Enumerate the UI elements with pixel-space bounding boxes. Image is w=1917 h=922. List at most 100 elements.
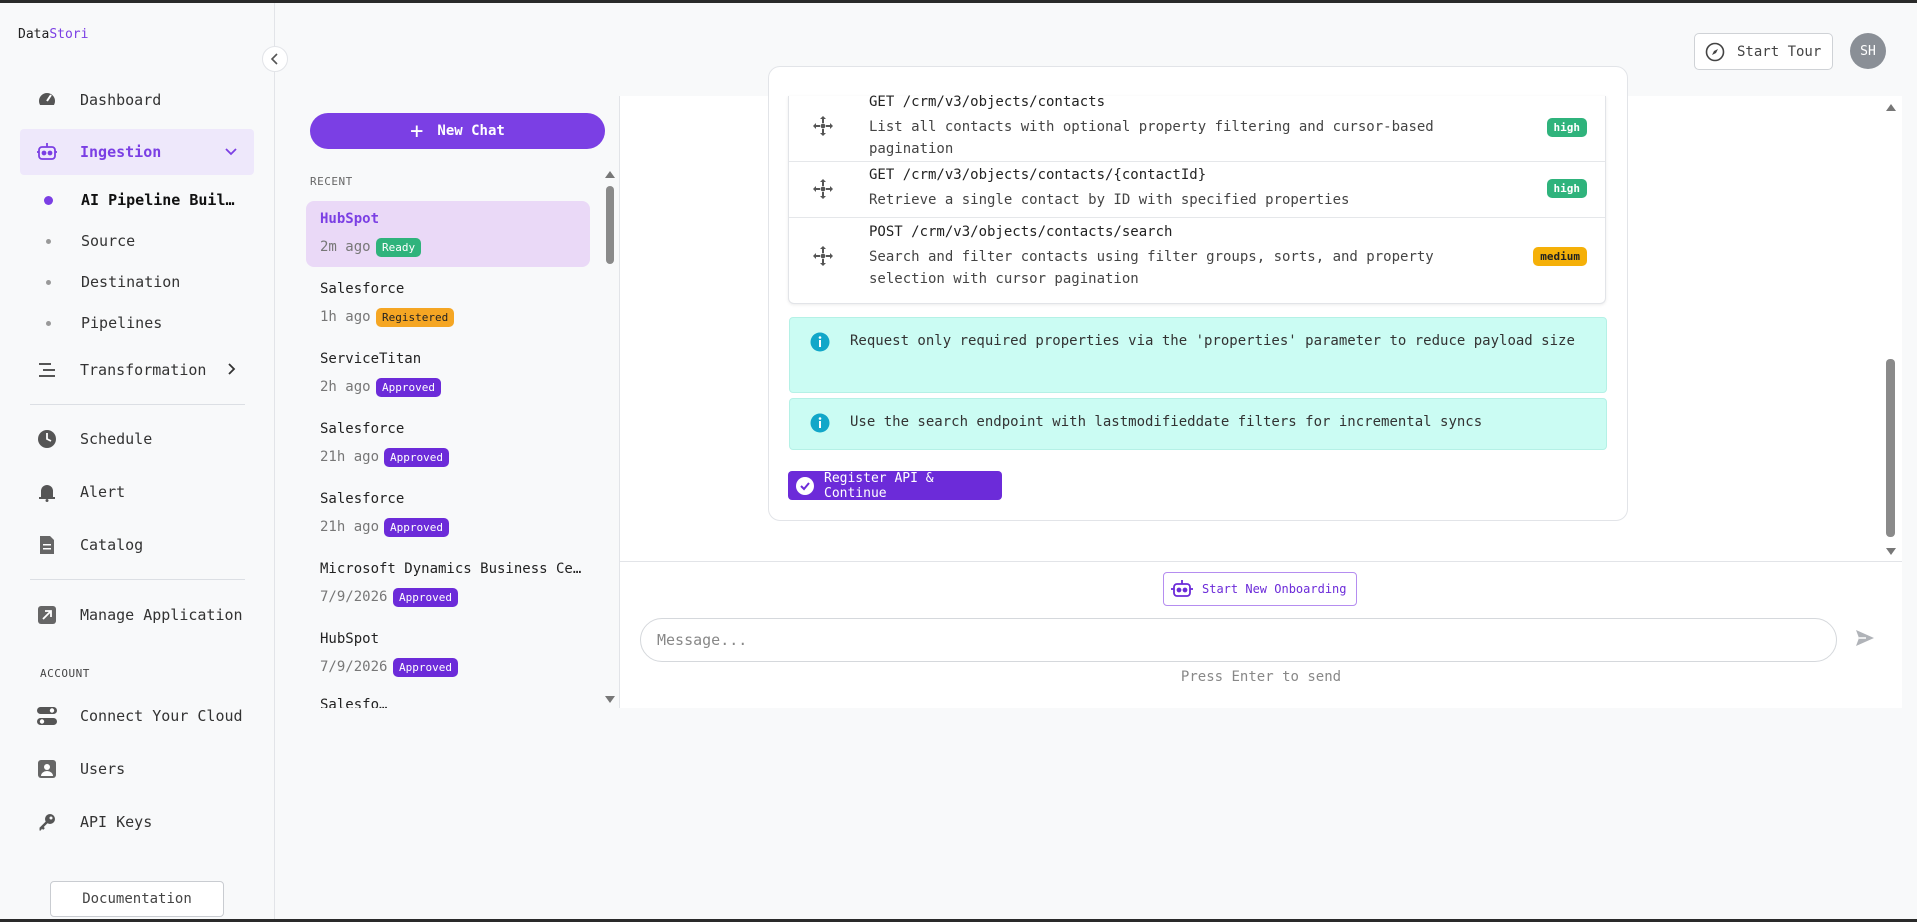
priority-badge: high xyxy=(1546,118,1587,137)
status-badge: Approved xyxy=(393,588,458,607)
sidebar-subitem-ai-pipeline-builder[interactable]: AI Pipeline Buil… xyxy=(44,188,235,212)
sidebar-item-ingestion[interactable]: Ingestion xyxy=(20,129,254,175)
sidebar-subitem-destination[interactable]: Destination xyxy=(46,270,180,294)
sidebar-item-dashboard[interactable]: Dashboard xyxy=(20,77,254,123)
chat-time: 21h ago xyxy=(320,519,380,535)
robot-icon xyxy=(36,141,58,163)
chat-time: 7/9/2026 xyxy=(320,659,388,675)
main-scrollbar[interactable] xyxy=(1886,359,1895,537)
sidebar-item-label: Connect Your Cloud xyxy=(80,707,243,725)
chat-item[interactable]: HubSpot 7/9/2026 Approved xyxy=(306,621,590,687)
chat-item[interactable]: HubSpot 2m ago Ready xyxy=(306,201,590,267)
endpoint-method: GET /crm/v3/objects/contacts/{contactId} xyxy=(869,167,1207,183)
chat-time: 1h ago xyxy=(320,309,371,325)
brand-part2: Stori xyxy=(49,27,89,42)
scroll-down-arrow[interactable] xyxy=(605,696,615,703)
sidebar-item-transformation[interactable]: Transformation xyxy=(20,347,254,393)
composer-divider xyxy=(620,561,1902,562)
sidebar-item-label: Manage Application xyxy=(80,606,243,624)
new-chat-label: New Chat xyxy=(437,123,505,139)
start-new-onboarding-button[interactable]: Start New Onboarding xyxy=(1163,572,1357,606)
chat-item[interactable]: Salesforce 1h ago Registered xyxy=(306,271,590,337)
endpoint-method: POST /crm/v3/objects/contacts/search xyxy=(869,224,1173,240)
chat-name: Salesforce xyxy=(320,421,405,437)
priority-badge: high xyxy=(1546,179,1587,198)
collapse-sidebar-button[interactable] xyxy=(262,46,288,72)
chat-item[interactable]: Salesfo… xyxy=(306,691,590,708)
endpoint-row[interactable]: POST /crm/v3/objects/contacts/search Sea… xyxy=(789,218,1605,304)
robot-icon xyxy=(1170,578,1194,600)
sidebar-item-alert[interactable]: Alert xyxy=(20,469,254,515)
document-icon xyxy=(36,534,58,556)
message-input[interactable] xyxy=(640,618,1837,662)
endpoint-list: GET /crm/v3/objects/contacts List all co… xyxy=(788,94,1606,304)
sidebar-divider xyxy=(30,579,245,580)
sidebar-item-schedule[interactable]: Schedule xyxy=(20,416,254,462)
start-tour-button[interactable]: Start Tour xyxy=(1694,33,1833,70)
compass-icon xyxy=(1705,42,1725,62)
start-new-onboarding-label: Start New Onboarding xyxy=(1202,582,1347,596)
chat-time: 2m ago xyxy=(320,239,371,255)
chat-name: HubSpot xyxy=(320,211,380,227)
status-badge: Registered xyxy=(376,308,455,327)
sidebar-item-label: Users xyxy=(80,760,126,778)
toggle-icon xyxy=(36,705,58,727)
plus-icon: + xyxy=(410,118,424,144)
chat-list-panel: + New Chat RECENT HubSpot 2m ago Ready S… xyxy=(295,96,620,708)
sidebar-item-users[interactable]: Users xyxy=(20,746,254,792)
chat-list-scrollbar[interactable] xyxy=(606,186,614,264)
chevron-right-icon xyxy=(224,362,238,380)
register-api-button[interactable]: Register API & Continue xyxy=(788,471,1002,501)
chat-name: HubSpot xyxy=(320,631,380,647)
sidebar-item-label: Schedule xyxy=(80,430,153,448)
bullet-dot xyxy=(46,320,51,326)
endpoint-description: Retrieve a single contact by ID with spe… xyxy=(869,192,1350,208)
active-dot xyxy=(44,195,53,205)
sidebar-subitem-source[interactable]: Source xyxy=(46,229,135,253)
new-chat-button[interactable]: + New Chat xyxy=(310,113,605,149)
chevron-down-icon xyxy=(224,144,238,162)
start-tour-label: Start Tour xyxy=(1737,43,1822,60)
scroll-down-arrow[interactable] xyxy=(1886,548,1896,555)
chat-item[interactable]: ServiceTitan 2h ago Approved xyxy=(306,341,590,407)
chat-name: Microsoft Dynamics Business Cen… xyxy=(320,561,582,577)
chat-name: Salesforce xyxy=(320,491,405,507)
chat-time: 7/9/2026 xyxy=(320,589,388,605)
sidebar-item-catalog[interactable]: Catalog xyxy=(20,522,254,568)
sidebar-item-api-keys[interactable]: API Keys xyxy=(20,799,254,845)
send-hint: Press Enter to send xyxy=(1180,669,1342,685)
status-badge: Approved xyxy=(384,518,449,537)
chat-item[interactable]: Salesforce 21h ago Approved xyxy=(306,411,590,477)
account-section-label: ACCOUNT xyxy=(40,667,90,680)
send-icon xyxy=(1854,627,1876,653)
subitem-label: AI Pipeline Buil… xyxy=(81,191,235,209)
documentation-button[interactable]: Documentation xyxy=(50,881,224,917)
avatar[interactable]: SH xyxy=(1850,33,1886,69)
scroll-up-arrow[interactable] xyxy=(1886,104,1896,111)
gauge-icon xyxy=(36,89,58,111)
priority-badge: medium xyxy=(1533,247,1587,266)
recent-label: RECENT xyxy=(310,175,353,188)
bullet-dot xyxy=(46,238,51,244)
sidebar-item-connect-your-cloud[interactable]: Connect Your Cloud xyxy=(20,693,254,739)
sidebar: DataStori Dashboard Ingestion AI Pipelin… xyxy=(0,3,275,919)
brand-logo[interactable]: DataStori xyxy=(18,27,88,42)
sidebar-subitem-pipelines[interactable]: Pipelines xyxy=(46,311,162,335)
chat-time: 21h ago xyxy=(320,449,380,465)
status-badge: Approved xyxy=(393,658,458,677)
clock-icon xyxy=(36,428,58,450)
status-badge: Approved xyxy=(384,448,449,467)
endpoint-row[interactable]: GET /crm/v3/objects/contacts/{contactId}… xyxy=(789,162,1605,218)
sidebar-item-manage-application[interactable]: Manage Application xyxy=(20,592,254,638)
info-icon xyxy=(810,413,830,441)
send-button[interactable] xyxy=(1850,625,1880,655)
sidebar-item-label: Alert xyxy=(80,483,126,501)
endpoint-row[interactable]: GET /crm/v3/objects/contacts List all co… xyxy=(789,94,1605,162)
chat-item[interactable]: Microsoft Dynamics Business Cen… 7/9/202… xyxy=(306,551,590,617)
subitem-label: Destination xyxy=(81,273,181,291)
endpoint-description: Search and filter contacts using filter … xyxy=(869,249,1434,287)
chat-time: 2h ago xyxy=(320,379,371,395)
sidebar-item-label: API Keys xyxy=(80,813,153,831)
scroll-up-arrow[interactable] xyxy=(605,171,615,178)
chat-item[interactable]: Salesforce 21h ago Approved xyxy=(306,481,590,547)
